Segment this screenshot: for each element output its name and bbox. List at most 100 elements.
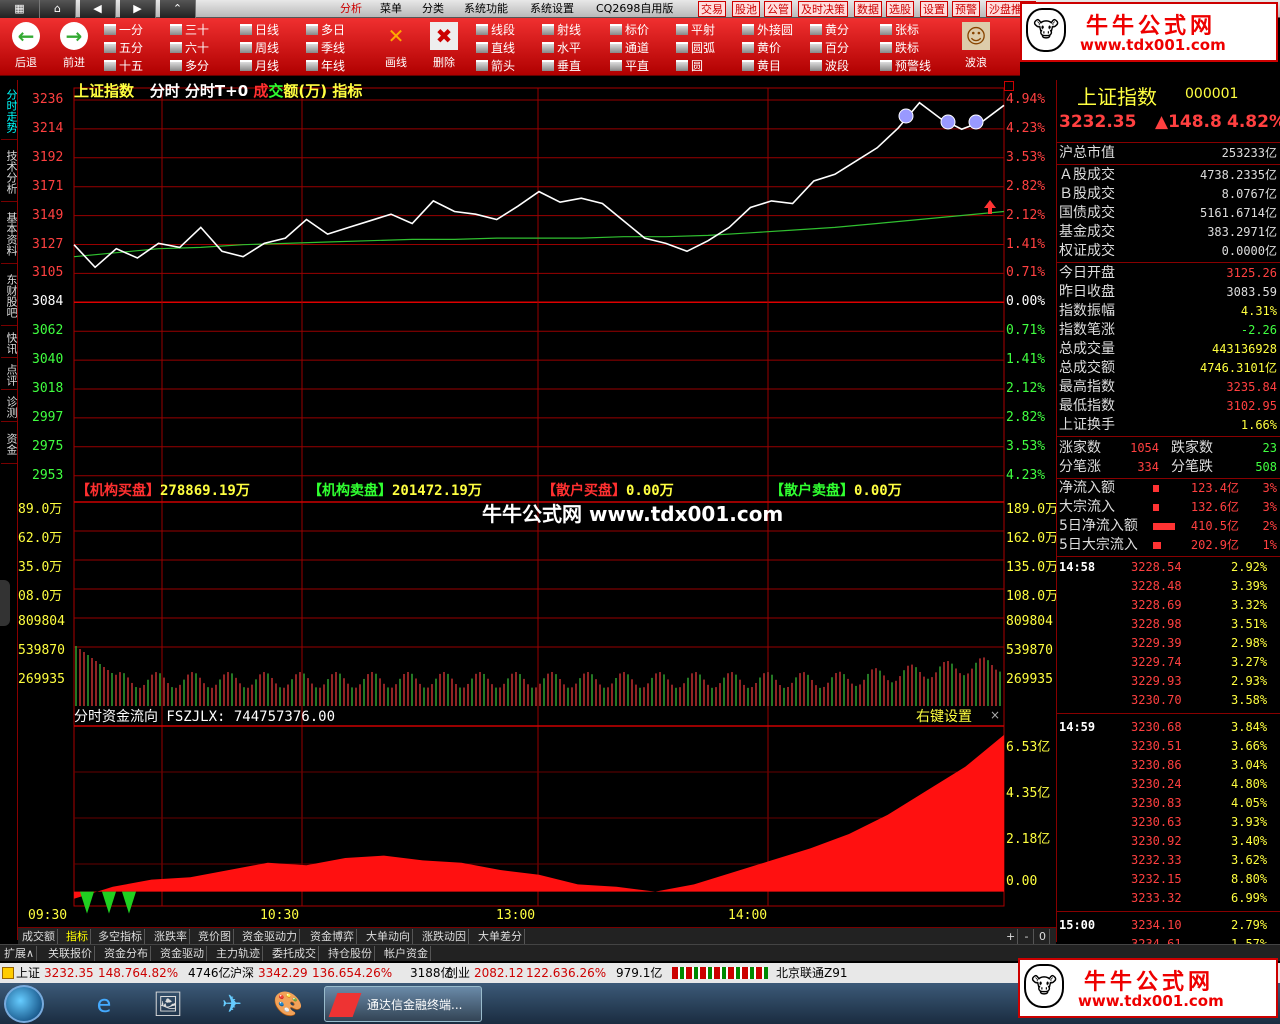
tool-1-2[interactable]: 多分 bbox=[170, 58, 209, 75]
menu-realtime-decision[interactable]: 及时决策 bbox=[798, 1, 848, 17]
panel-collapse-handle[interactable] bbox=[0, 580, 10, 626]
zoom-control[interactable]: + bbox=[1004, 929, 1018, 944]
alert-face-icon[interactable] bbox=[940, 114, 956, 130]
tool-2-2[interactable]: 月线 bbox=[240, 58, 279, 75]
app-menu-button[interactable]: ▦ bbox=[0, 0, 40, 18]
menu-trade[interactable]: 交易 bbox=[698, 1, 726, 17]
ie-icon[interactable]: e bbox=[80, 987, 128, 1021]
extension-tab[interactable]: 主力轨迹 bbox=[214, 946, 263, 961]
zoom-control[interactable]: 0 bbox=[1036, 929, 1050, 944]
menu-stock-pool[interactable]: 股池 bbox=[732, 1, 760, 17]
tool-6-0[interactable]: 标价 bbox=[610, 22, 649, 39]
tool-3-1[interactable]: 季线 bbox=[306, 40, 345, 57]
tool-3-2[interactable]: 年线 bbox=[306, 58, 345, 75]
menu-public[interactable]: 公管 bbox=[764, 1, 792, 17]
paint-icon[interactable]: 🎨 bbox=[264, 987, 312, 1021]
tab-fundamentals[interactable]: 基本资料 bbox=[1, 204, 18, 264]
indicator-tab[interactable]: 资金驱动力 bbox=[240, 929, 300, 944]
tool-2-1[interactable]: 周线 bbox=[240, 40, 279, 57]
tool-9-2[interactable]: 波段 bbox=[810, 58, 849, 75]
menu-menu[interactable]: 菜单 bbox=[380, 1, 402, 17]
tool-1-0[interactable]: 三十 bbox=[170, 22, 209, 39]
tool-7-1[interactable]: 圆弧 bbox=[676, 40, 715, 57]
tab-news[interactable]: 快讯 bbox=[1, 328, 18, 358]
tool-7-2[interactable]: 圆 bbox=[676, 58, 703, 75]
menu-system-settings[interactable]: 系统设置 bbox=[530, 1, 574, 17]
menu-alert[interactable]: 预警 bbox=[952, 1, 980, 17]
tool-5-0[interactable]: 射线 bbox=[542, 22, 581, 39]
tab-technical[interactable]: 技术分析 bbox=[1, 142, 18, 202]
indicator-tab[interactable]: 大单差分 bbox=[476, 929, 525, 944]
tool-9-0[interactable]: 黄分 bbox=[810, 22, 849, 39]
tool-8-0[interactable]: 外接圆 bbox=[742, 22, 793, 39]
extension-tab[interactable]: 委托成交 bbox=[270, 946, 319, 961]
indicator-tab[interactable]: 资金博弈 bbox=[308, 929, 357, 944]
indicator-tab[interactable]: 竞价图 bbox=[196, 929, 234, 944]
tool-3-0[interactable]: 多日 bbox=[306, 22, 345, 39]
maximize-icon[interactable] bbox=[1004, 81, 1014, 91]
tool-0-0[interactable]: 一分 bbox=[104, 22, 143, 39]
menu-data[interactable]: 数据 bbox=[854, 1, 882, 17]
image-viewer-icon[interactable]: 🖼 bbox=[144, 987, 192, 1021]
indicator-tab[interactable]: 涨跌动因 bbox=[420, 929, 469, 944]
forward-arrow-icon[interactable]: ▶ bbox=[120, 0, 156, 18]
tool-10-2[interactable]: 预警线 bbox=[880, 58, 931, 75]
tool-4-0[interactable]: 线段 bbox=[476, 22, 515, 39]
tool-7-0[interactable]: 平射 bbox=[676, 22, 715, 39]
menu-category[interactable]: 分类 bbox=[422, 1, 444, 17]
extension-tab[interactable]: 持仓股份 bbox=[326, 946, 375, 961]
tool-6-2[interactable]: 平直 bbox=[610, 58, 649, 75]
extension-tab[interactable]: 帐户资金 bbox=[382, 946, 431, 961]
wave-button[interactable]: ☺ 波浪 bbox=[954, 20, 998, 74]
extension-tab[interactable]: 关联报价 bbox=[46, 946, 95, 961]
indicator-tab[interactable]: 指标 bbox=[64, 929, 91, 944]
indicator-tab[interactable]: 多空指标 bbox=[96, 929, 145, 944]
alert-face-icon[interactable] bbox=[968, 114, 984, 130]
menu-stock-select[interactable]: 选股 bbox=[886, 1, 914, 17]
tool-8-2[interactable]: 黄目 bbox=[742, 58, 781, 75]
tab-comment[interactable]: 点评 bbox=[1, 360, 18, 390]
menu-analysis[interactable]: 分析 bbox=[340, 1, 362, 17]
forward-button[interactable]: → 前进 bbox=[52, 20, 96, 74]
tool-0-1[interactable]: 五分 bbox=[104, 40, 143, 57]
intraday-chart[interactable]: 上证指数 分时 分时T+0 成交额(万) 指标 3236 3214 3192 3171… bbox=[18, 80, 1056, 940]
close-indicator-icon[interactable]: × bbox=[990, 708, 1000, 722]
tool-4-1[interactable]: 直线 bbox=[476, 40, 515, 57]
collapse-icon[interactable]: ⌃ bbox=[160, 0, 196, 18]
draw-line-button[interactable]: ✕ 画线 bbox=[374, 20, 418, 74]
indicator-tab[interactable]: 涨跌率 bbox=[152, 929, 190, 944]
bird-app-icon[interactable]: ✈ bbox=[208, 987, 256, 1021]
extension-tab[interactable]: 资金驱动 bbox=[158, 946, 207, 961]
delete-button[interactable]: ✖ 删除 bbox=[422, 20, 466, 74]
tab-forum[interactable]: 东财股吧 bbox=[1, 266, 18, 326]
home-icon[interactable]: ⌂ bbox=[40, 0, 76, 18]
extension-tab[interactable]: 资金分布 bbox=[102, 946, 151, 961]
tool-5-1[interactable]: 水平 bbox=[542, 40, 581, 57]
tab-intraday[interactable]: 分时走势 bbox=[1, 82, 18, 140]
tool-10-0[interactable]: 张标 bbox=[880, 22, 919, 39]
back-arrow-icon[interactable]: ◀ bbox=[80, 0, 116, 18]
tool-2-0[interactable]: 日线 bbox=[240, 22, 279, 39]
menu-version[interactable]: CQ2698自用版 bbox=[596, 1, 673, 17]
tool-10-1[interactable]: 跌标 bbox=[880, 40, 919, 57]
back-button[interactable]: ← 后退 bbox=[4, 20, 48, 74]
tab-funds[interactable]: 资金 bbox=[1, 424, 18, 464]
tool-4-2[interactable]: 箭头 bbox=[476, 58, 515, 75]
tool-9-1[interactable]: 百分 bbox=[810, 40, 849, 57]
menu-settings[interactable]: 设置 bbox=[920, 1, 948, 17]
tool-0-2[interactable]: 十五 bbox=[104, 58, 143, 75]
indicator-tab[interactable]: 大单动向 bbox=[364, 929, 413, 944]
zoom-control[interactable]: - bbox=[1020, 929, 1034, 944]
extension-tab[interactable]: 扩展∧ bbox=[2, 946, 38, 961]
tool-5-2[interactable]: 垂直 bbox=[542, 58, 581, 75]
tool-8-1[interactable]: 黄价 bbox=[742, 40, 781, 57]
taskbar-tdx-terminal[interactable]: 通达信金融终端... bbox=[324, 986, 482, 1022]
tool-6-1[interactable]: 通道 bbox=[610, 40, 649, 57]
alert-face-icon[interactable] bbox=[898, 108, 914, 124]
start-button[interactable] bbox=[4, 985, 44, 1023]
indicator-tab[interactable]: 成交额 bbox=[20, 929, 58, 944]
tab-diagnose[interactable]: 诊测 bbox=[1, 392, 18, 422]
tool-1-1[interactable]: 六十 bbox=[170, 40, 209, 57]
menu-system-function[interactable]: 系统功能 bbox=[464, 1, 508, 17]
right-click-settings[interactable]: 右键设置 bbox=[916, 706, 972, 726]
